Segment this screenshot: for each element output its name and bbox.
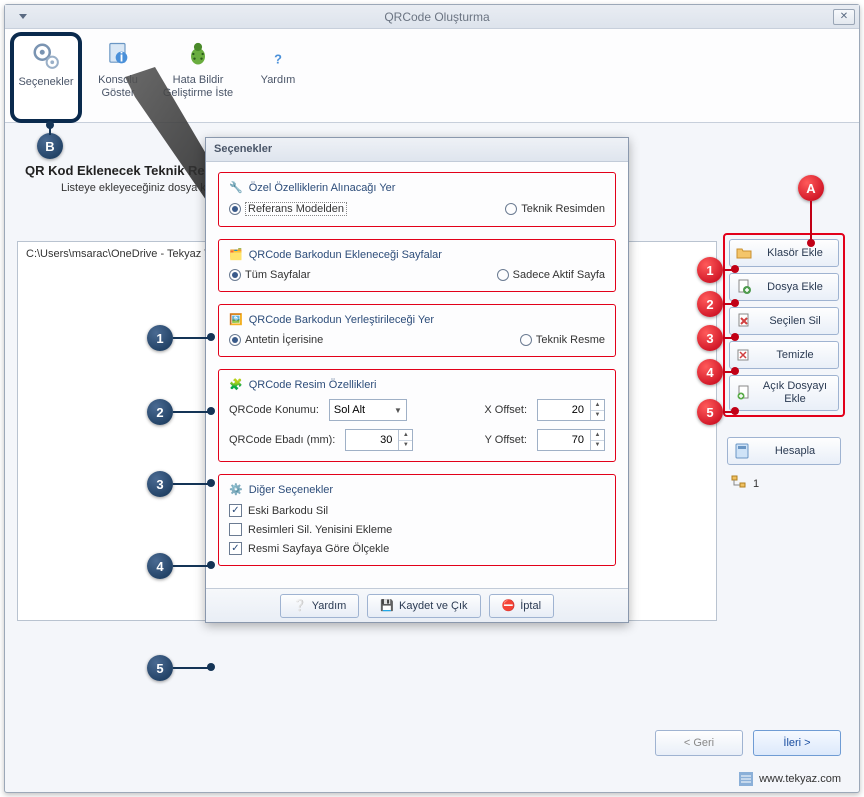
popup-cancel-button[interactable]: ⛔İptal	[489, 594, 555, 618]
add-file-button[interactable]: Dosya Ekle	[729, 273, 839, 301]
group-placement: 🖼️QRCode Barkodun Yerleştirileceği Yer A…	[218, 304, 616, 357]
popup-help-button[interactable]: ❔Yardım	[280, 594, 359, 618]
popup-title: Seçenekler	[206, 138, 628, 162]
radio-all-pages[interactable]: Tüm Sayfalar	[229, 269, 310, 281]
other-icon: ⚙️	[229, 483, 243, 496]
xoffset-spinner[interactable]: 20▲▼	[537, 399, 605, 421]
calculate-button[interactable]: Hesapla	[727, 437, 841, 465]
file-add-icon	[736, 385, 752, 401]
calculator-icon	[734, 443, 750, 459]
tree-icon	[731, 475, 747, 492]
cancel-icon: ⛔	[502, 599, 516, 612]
ribbon-report-bug[interactable]: Hata Bildir Geliştirme İste	[155, 33, 241, 122]
file-count-row: 1	[727, 475, 841, 492]
svg-text:?: ?	[274, 51, 282, 66]
yoffset-label: Y Offset:	[485, 434, 527, 446]
clear-icon	[736, 347, 752, 363]
next-button[interactable]: İleri >	[753, 730, 841, 756]
annotation-side-1: 1	[697, 257, 723, 283]
save-icon: 💾	[380, 599, 394, 612]
annotation-popup-5: 5	[147, 655, 173, 681]
popup-save-button[interactable]: 💾Kaydet ve Çık	[367, 594, 480, 618]
titlebar: QRCode Oluşturma ✕	[5, 5, 859, 29]
brand-icon	[739, 772, 753, 786]
ribbon-help[interactable]: ? Yardım	[243, 33, 313, 122]
radio-on-drawing[interactable]: Teknik Resme	[520, 334, 605, 346]
position-combo[interactable]: Sol Alt▼	[329, 399, 407, 421]
window-title: QRCode Oluşturma	[41, 10, 833, 24]
pos-label: QRCode Konumu:	[229, 404, 319, 416]
help-icon: ?	[262, 38, 294, 70]
clear-button[interactable]: Temizle	[729, 341, 839, 369]
delete-icon	[736, 313, 752, 329]
close-button[interactable]: ✕	[833, 9, 855, 25]
placement-icon: 🖼️	[229, 313, 243, 326]
svg-text:i: i	[120, 50, 124, 65]
annotation-side-4: 4	[697, 359, 723, 385]
radio-drawing[interactable]: Teknik Resimden	[505, 202, 605, 216]
group-other: ⚙️Diğer Seçenekler Eski Barkodu Sil Resi…	[218, 474, 616, 566]
radio-title-block[interactable]: Antetin İçerisine	[229, 334, 323, 346]
system-menu[interactable]	[5, 14, 41, 19]
ribbon-console[interactable]: i Konsolu Göster	[83, 33, 153, 122]
help-small-icon: ❔	[293, 599, 307, 612]
yoffset-spinner[interactable]: 70▲▼	[537, 429, 605, 451]
chk-scale-to-page[interactable]: Resmi Sayfaya Göre Ölçekle	[229, 542, 605, 555]
group-source: 🔧Özel Özelliklerin Alınacağı Yer Referan…	[218, 172, 616, 227]
chk-delete-old[interactable]: Eski Barkodu Sil	[229, 504, 605, 517]
pages-icon: 🗂️	[229, 248, 243, 261]
file-plus-icon	[736, 279, 752, 295]
annotation-B: B	[37, 133, 63, 159]
brand-link[interactable]: www.tekyaz.com	[739, 772, 841, 786]
app-window: QRCode Oluşturma ✕ Seçenekler i Konsolu …	[4, 4, 860, 793]
group-pages: 🗂️QRCode Barkodun Ekleneceği Sayfalar Tü…	[218, 239, 616, 292]
add-folder-button[interactable]: Klasör Ekle	[729, 239, 839, 267]
annotation-popup-2: 2	[147, 399, 173, 425]
ribbon-toolbar: Seçenekler i Konsolu Göster Hata Bildir …	[5, 29, 859, 123]
annotation-side-3: 3	[697, 325, 723, 351]
add-open-file-button[interactable]: Açık Dosyayı Ekle	[729, 375, 839, 411]
annotation-popup-1: 1	[147, 325, 173, 351]
group-image-props: 🧩QRCode Resim Özellikleri QRCode Konumu:…	[218, 369, 616, 462]
annotation-popup-4: 4	[147, 553, 173, 579]
document-info-icon: i	[102, 38, 134, 70]
annotation-side-2: 2	[697, 291, 723, 317]
chk-delete-images[interactable]: Resimleri Sil. Yenisini Ekleme	[229, 523, 605, 536]
delete-selected-button[interactable]: Seçilen Sil	[729, 307, 839, 335]
wizard-nav: < Geri İleri >	[655, 730, 841, 756]
annotation-popup-3: 3	[147, 471, 173, 497]
radio-active-page[interactable]: Sadece Aktif Sayfa	[497, 269, 605, 281]
popup-footer: ❔Yardım 💾Kaydet ve Çık ⛔İptal	[206, 588, 628, 622]
size-spinner[interactable]: 30▲▼	[345, 429, 413, 451]
gear-icon	[30, 40, 62, 72]
annotation-A: A	[798, 175, 824, 201]
props-icon: 🔧	[229, 181, 243, 194]
folder-icon	[736, 245, 752, 261]
size-label: QRCode Ebadı (mm):	[229, 434, 335, 446]
options-popup: Seçenekler 🔧Özel Özelliklerin Alınacağı …	[205, 137, 629, 623]
annotation-side-5: 5	[697, 399, 723, 425]
image-props-icon: 🧩	[229, 378, 243, 391]
back-button[interactable]: < Geri	[655, 730, 743, 756]
file-count: 1	[753, 478, 759, 490]
ribbon-options[interactable]: Seçenekler	[11, 33, 81, 122]
side-button-panel: Klasör Ekle Dosya Ekle Seçilen Sil Temiz…	[723, 233, 845, 417]
radio-ref-model[interactable]: Referans Modelden	[229, 202, 347, 216]
xoffset-label: X Offset:	[484, 404, 527, 416]
bug-icon	[182, 38, 214, 70]
